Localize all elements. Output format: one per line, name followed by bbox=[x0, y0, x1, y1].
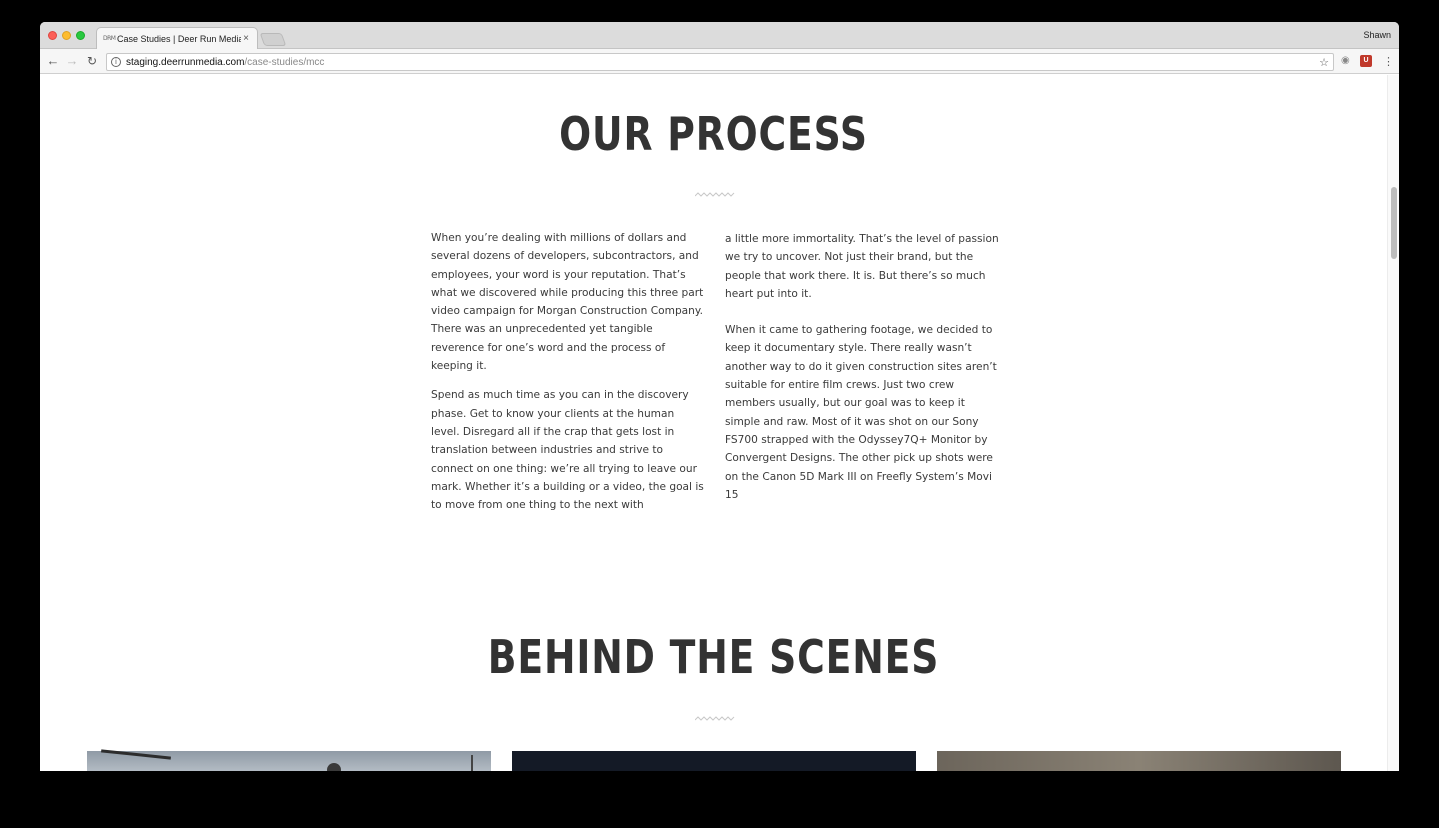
squiggle-divider bbox=[695, 192, 735, 197]
crane-shape bbox=[101, 749, 171, 760]
address-bar[interactable]: i staging.deerrunmedia.com/case-studies/… bbox=[106, 53, 1334, 71]
tab-case-studies[interactable]: DRM Case Studies | Deer Run Media × bbox=[96, 27, 258, 49]
process-text-left: When you’re dealing with millions of dol… bbox=[431, 229, 706, 525]
behind-scenes-photo-ground[interactable] bbox=[937, 751, 1341, 771]
browser-window: DRM Case Studies | Deer Run Media × Shaw… bbox=[40, 22, 1399, 771]
squiggle-divider bbox=[695, 716, 735, 721]
profile-name[interactable]: Shawn bbox=[1363, 30, 1391, 40]
section-title-behind-the-scenes: BEHIND THE SCENES bbox=[487, 630, 940, 684]
close-icon[interactable]: × bbox=[241, 33, 251, 44]
favicon-icon: DRM bbox=[103, 35, 116, 42]
process-text-right: a little more immortality. That’s the le… bbox=[725, 230, 1000, 522]
camera-icon[interactable]: ◉ bbox=[1341, 55, 1350, 66]
tab-strip: DRM Case Studies | Deer Run Media × Shaw… bbox=[40, 22, 1399, 49]
url-host: staging.deerrunmedia.com bbox=[126, 56, 245, 68]
paragraph: Spend as much time as you can in the dis… bbox=[431, 389, 704, 512]
section-title-process: OUR PROCESS bbox=[559, 107, 868, 161]
star-icon[interactable]: ☆ bbox=[1319, 56, 1329, 69]
forward-arrow-icon[interactable]: → bbox=[64, 53, 80, 69]
paragraph: a little more immortality. That’s the le… bbox=[725, 233, 999, 300]
reload-icon[interactable]: ↻ bbox=[84, 53, 100, 69]
behind-scenes-photo-night[interactable] bbox=[512, 751, 916, 771]
url-path: /case-studies/mcc bbox=[244, 56, 325, 68]
paragraph: When you’re dealing with millions of dol… bbox=[431, 232, 704, 373]
page-content: OUR PROCESS When you’re dealing with mil… bbox=[40, 75, 1387, 771]
new-tab-button[interactable] bbox=[259, 33, 287, 46]
scrollbar[interactable] bbox=[1387, 75, 1399, 771]
paragraph: When it came to gathering footage, we de… bbox=[725, 324, 997, 501]
tab-title: Case Studies | Deer Run Media bbox=[117, 33, 241, 44]
toolbar: ← → ↻ i staging.deerrunmedia.com/case-st… bbox=[40, 49, 1399, 74]
maximize-window-button[interactable] bbox=[76, 31, 85, 40]
shield-extension-icon[interactable]: U bbox=[1360, 55, 1372, 67]
minimize-window-button[interactable] bbox=[62, 31, 71, 40]
kebab-menu-icon[interactable]: ⋮ bbox=[1383, 55, 1394, 68]
scrollbar-thumb[interactable] bbox=[1391, 187, 1397, 259]
info-icon[interactable]: i bbox=[111, 57, 121, 67]
back-arrow-icon[interactable]: ← bbox=[45, 53, 61, 69]
pole-shape bbox=[471, 755, 473, 771]
crane-shape bbox=[327, 763, 341, 771]
close-window-button[interactable] bbox=[48, 31, 57, 40]
behind-scenes-photo-crane[interactable] bbox=[87, 749, 491, 771]
